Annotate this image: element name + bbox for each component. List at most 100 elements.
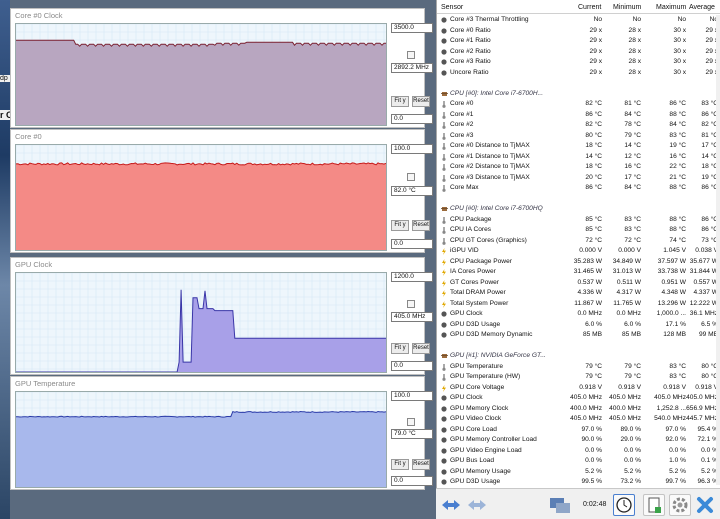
col-current[interactable]: Current bbox=[578, 4, 601, 11]
table-row[interactable] bbox=[437, 78, 720, 89]
col-minimum[interactable]: Minimum bbox=[613, 4, 641, 11]
sensor-name: Total DRAM Power bbox=[450, 289, 506, 296]
table-row[interactable]: CPU IA Cores 85 °C 83 °C 88 °C 86 °C bbox=[437, 225, 720, 236]
fit-y-button[interactable]: Fit y bbox=[391, 343, 409, 354]
report-icon[interactable] bbox=[548, 494, 570, 516]
reset-button[interactable]: Reset bbox=[412, 343, 430, 354]
spreadsheet-icon[interactable] bbox=[643, 494, 665, 516]
table-row[interactable]: Core #3 80 °C 79 °C 83 °C 81 °C bbox=[437, 131, 720, 142]
table-row[interactable]: Core #1 86 °C 84 °C 88 °C 86 °C bbox=[437, 110, 720, 121]
col-average[interactable]: Average bbox=[689, 4, 715, 11]
table-row[interactable]: GPU Clock 405.0 MHz 405.0 MHz 405.0 MHz 405.… bbox=[437, 393, 720, 404]
table-row[interactable]: Core #2 Distance to TjMAX 18 °C 16 °C 22 °C… bbox=[437, 162, 720, 173]
voltage-bolt-icon bbox=[441, 258, 447, 266]
table-row[interactable]: GPU Temperature 79 °C 79 °C 83 °C 80 °C bbox=[437, 362, 720, 373]
table-row[interactable] bbox=[437, 194, 720, 205]
graph-checkbox[interactable] bbox=[407, 173, 415, 181]
reset-button[interactable]: Reset bbox=[412, 459, 430, 470]
table-row[interactable]: CPU Package 85 °C 83 °C 88 °C 86 °C bbox=[437, 215, 720, 226]
sensor-minimum-value: 84 °C bbox=[624, 184, 641, 191]
table-row[interactable]: CPU Package Power 35.283 W 34.849 W 37.597 … bbox=[437, 257, 720, 268]
cpu-chip-icon bbox=[441, 91, 448, 97]
table-row[interactable]: Core #3 Distance to TjMAX 20 °C 17 °C 21 °C… bbox=[437, 173, 720, 184]
graph-min-field[interactable]: 0.0 bbox=[391, 239, 433, 249]
sensor-dot-icon bbox=[441, 416, 447, 422]
sensor-group-header[interactable]: CPU [#0]: Intel Core i7-6700HQ bbox=[437, 204, 720, 215]
graph-max-field[interactable]: 100.0 bbox=[391, 144, 433, 154]
sensor-average-value: 0.038 V bbox=[695, 247, 718, 254]
table-row[interactable]: GPU Clock 0.0 MHz 0.0 MHz 1,000.0 ... 36.1 M… bbox=[437, 309, 720, 320]
graph-min-field[interactable]: 0.0 bbox=[391, 476, 433, 486]
network-icon[interactable] bbox=[466, 494, 488, 516]
table-row[interactable]: GPU D3D Memory Dynamic 85 MB 85 MB 128 MB 99… bbox=[437, 330, 720, 341]
table-row[interactable]: Total DRAM Power 4.336 W 4.317 W 4.348 W 4.3… bbox=[437, 288, 720, 299]
table-row[interactable] bbox=[437, 341, 720, 352]
sensor-average-value: 82 °C bbox=[701, 121, 718, 128]
graph-checkbox[interactable] bbox=[407, 51, 415, 59]
sensor-minimum-value: 400.0 MHz bbox=[609, 404, 641, 412]
table-row[interactable]: Core #2 82 °C 78 °C 84 °C 82 °C bbox=[437, 120, 720, 131]
table-row[interactable]: GPU Temperature (HW) 79 °C 79 °C 83 °C 80 °C bbox=[437, 372, 720, 383]
table-row[interactable]: GPU Video Clock 405.0 MHz 405.0 MHz 540.0 M… bbox=[437, 414, 720, 425]
table-row[interactable]: Core #0 Ratio 29 x 28 x 30 x 29 x bbox=[437, 26, 720, 37]
graph-checkbox[interactable] bbox=[407, 418, 415, 426]
vertical-scrollbar[interactable] bbox=[716, 15, 720, 485]
table-row[interactable]: Core #3 Thermal Throttling No No No No bbox=[437, 15, 720, 26]
table-row[interactable]: GPU Video Engine Load 0.0 % 0.0 % 0.0 % 0.0 … bbox=[437, 446, 720, 457]
table-row[interactable]: Core #1 Ratio 29 x 28 x 30 x 29 x bbox=[437, 36, 720, 47]
graph-window-1[interactable]: Core #0 Clock 3500.0 2892.2 MHz Fit y Reset 0… bbox=[10, 8, 433, 128]
table-row[interactable]: Core #3 Ratio 29 x 28 x 30 x 29 x bbox=[437, 57, 720, 68]
settings-icon[interactable] bbox=[669, 494, 691, 516]
sensor-name: Core #0 Distance to TjMAX bbox=[450, 142, 530, 149]
close-icon[interactable] bbox=[694, 494, 716, 516]
table-row[interactable]: GPU D3D Usage 99.5 % 73.2 % 99.7 % 96.3 % bbox=[437, 477, 720, 487]
graph-window-2[interactable]: Core #0 100.0 82.0 °C Fit y Reset 0.0 bbox=[10, 129, 433, 253]
graph-window-3[interactable]: GPU Clock 1200.0 405.0 MHz Fit y Reset 0.0 bbox=[10, 257, 433, 375]
sensor-name: Core #0 Ratio bbox=[450, 26, 491, 34]
sensor-minimum-value: 28 x bbox=[628, 26, 641, 34]
fit-y-button[interactable]: Fit y bbox=[391, 96, 409, 107]
table-row[interactable]: GPU Memory Controller Load 90.0 % 29.0 % 92… bbox=[437, 435, 720, 446]
graph-max-field[interactable]: 1200.0 bbox=[391, 272, 433, 282]
reset-button[interactable]: Reset bbox=[412, 96, 430, 107]
fit-y-button[interactable]: Fit y bbox=[391, 220, 409, 231]
table-row[interactable]: Core #0 Distance to TjMAX 18 °C 14 °C 19 °C… bbox=[437, 141, 720, 152]
sensor-dot-icon bbox=[441, 437, 447, 443]
col-sensor[interactable]: Sensor bbox=[441, 4, 463, 11]
table-row[interactable]: GPU Core Load 97.0 % 89.0 % 97.0 % 95.4 % bbox=[437, 425, 720, 436]
table-row[interactable]: Total System Power 11.867 W 11.765 W 13.296… bbox=[437, 299, 720, 310]
table-row[interactable]: GPU Memory Usage 5.2 % 5.2 % 5.2 % 5.2 % bbox=[437, 467, 720, 478]
table-row[interactable]: Core #1 Distance to TjMAX 14 °C 12 °C 16 °C… bbox=[437, 152, 720, 163]
table-row[interactable]: GPU D3D Usage 6.0 % 6.0 % 17.1 % 6.5 % bbox=[437, 320, 720, 331]
fit-y-button[interactable]: Fit y bbox=[391, 459, 409, 470]
table-row[interactable]: IA Cores Power 31.465 W 31.013 W 33.738 W 31… bbox=[437, 267, 720, 278]
nav-arrows-icon[interactable] bbox=[440, 494, 462, 516]
table-row[interactable]: GT Cores Power 0.537 W 0.511 W 0.951 W 0.557… bbox=[437, 278, 720, 289]
graph-max-field[interactable]: 3500.0 bbox=[391, 23, 433, 33]
table-row[interactable]: Core #0 82 °C 81 °C 86 °C 83 °C bbox=[437, 99, 720, 110]
table-row[interactable]: Uncore Ratio 29 x 28 x 30 x 29 x bbox=[437, 68, 720, 79]
reset-button[interactable]: Reset bbox=[412, 220, 430, 231]
table-row[interactable]: GPU Core Voltage 0.918 V 0.918 V 0.918 V 0.9… bbox=[437, 383, 720, 394]
sensor-minimum-value: 83 °C bbox=[624, 226, 641, 233]
graph-min-field[interactable]: 0.0 bbox=[391, 361, 433, 371]
graph-min-field[interactable]: 0.0 bbox=[391, 114, 433, 124]
table-row[interactable]: CPU GT Cores (Graphics) 72 °C 72 °C 74 °C 73… bbox=[437, 236, 720, 247]
col-maximum[interactable]: Maximum bbox=[656, 4, 686, 11]
table-row[interactable]: Core #2 Ratio 29 x 28 x 30 x 29 x bbox=[437, 47, 720, 58]
sensor-minimum-value: 0.0 % bbox=[624, 457, 641, 464]
table-row[interactable]: Core Max 86 °C 84 °C 88 °C 86 °C bbox=[437, 183, 720, 194]
sensor-group-header[interactable]: CPU [#0]: Intel Core i7-6700H... bbox=[437, 89, 720, 100]
sensor-group-header[interactable]: GPU [#1]: NVIDIA GeForce GT... bbox=[437, 351, 720, 362]
sensor-average-value: 0.918 V bbox=[695, 383, 718, 391]
sensor-average-value: 86 °C bbox=[701, 184, 718, 191]
clock-icon[interactable] bbox=[613, 494, 635, 516]
graph-window-4[interactable]: GPU Temperature 100.0 79.0 °C Fit y Reset 0.0 bbox=[10, 376, 433, 490]
graph-area bbox=[16, 162, 386, 250]
graph-max-field[interactable]: 100.0 bbox=[391, 391, 433, 401]
table-row[interactable]: GPU Bus Load 0.0 % 0.0 % 1.0 % 0.1 % bbox=[437, 456, 720, 467]
table-row[interactable]: iGPU VID 0.000 V 0.000 V 1.045 V 0.038 V bbox=[437, 246, 720, 257]
graph-checkbox[interactable] bbox=[407, 300, 415, 308]
sensor-minimum-value: 85 MB bbox=[621, 331, 641, 338]
table-row[interactable]: GPU Memory Clock 400.0 MHz 400.0 MHz 1,252.… bbox=[437, 404, 720, 415]
